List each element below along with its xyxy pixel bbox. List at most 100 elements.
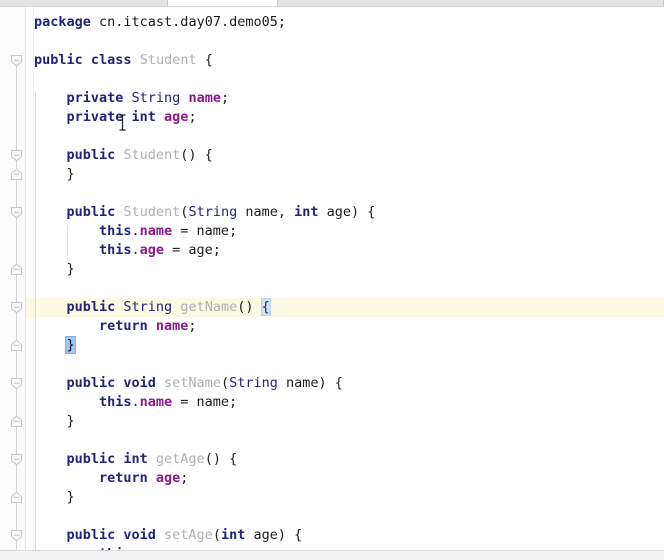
code-token-id: age xyxy=(245,527,278,543)
code-token-id: = name; xyxy=(172,223,238,239)
code-line[interactable]: public void setAge(int age) { xyxy=(34,526,302,545)
code-token-cls: setAge xyxy=(164,527,213,543)
code-line[interactable]: } xyxy=(34,165,75,184)
code-line[interactable]: public String getName() { xyxy=(34,298,270,317)
code-token-kw: public xyxy=(66,375,116,391)
code-token-kw: return xyxy=(98,318,148,334)
code-token-kw: int xyxy=(123,451,148,467)
code-line[interactable]: this.age = age; xyxy=(34,241,221,260)
code-token-kw: public xyxy=(66,527,116,543)
code-token-pun: } xyxy=(66,413,75,429)
fold-end-setname-icon[interactable] xyxy=(10,415,23,428)
code-token-pun: } xyxy=(66,261,75,277)
code-token-id xyxy=(148,318,156,334)
code-line[interactable] xyxy=(34,127,66,146)
code-token-pun: () { xyxy=(204,451,238,467)
code-token-kw: public xyxy=(34,52,83,68)
fold-toggle-setage-icon[interactable] xyxy=(10,529,23,542)
code-line[interactable]: } xyxy=(34,412,75,431)
code-token-cls: Student xyxy=(123,204,181,220)
code-token-kw: package xyxy=(34,14,91,30)
code-token-pun: ; xyxy=(188,318,197,334)
code-token-id: = age; xyxy=(164,242,221,258)
code-token-id xyxy=(156,375,164,391)
code-line[interactable] xyxy=(34,507,66,526)
code-line[interactable]: private int age; xyxy=(34,108,197,127)
code-line[interactable]: public void setName(String name) { xyxy=(34,374,342,393)
code-line[interactable]: private String name; xyxy=(34,89,229,108)
fold-toggle-class-icon[interactable] xyxy=(10,54,23,67)
code-token-kw: this xyxy=(98,394,132,410)
code-line[interactable]: public Student(String name, int age) { xyxy=(34,203,375,222)
fold-toggle-constructor2-icon[interactable] xyxy=(10,206,23,219)
code-token-kw: public xyxy=(66,147,116,163)
code-token-brace-close: } xyxy=(66,337,75,353)
code-token-fld: name xyxy=(155,318,189,334)
code-token-type: String xyxy=(123,299,173,315)
code-line[interactable] xyxy=(34,184,66,203)
fold-end-getname-icon[interactable] xyxy=(10,339,23,352)
tab-active-strip[interactable] xyxy=(168,0,278,6)
code-token-type: String xyxy=(131,90,181,106)
code-token-kw: void xyxy=(123,527,156,543)
code-token-pun: } xyxy=(66,489,75,505)
code-token-pun: ; xyxy=(188,109,197,125)
code-token-id: age xyxy=(318,204,352,220)
code-token-pun: ; xyxy=(180,470,189,486)
code-token-id: = name; xyxy=(172,394,238,410)
code-token-kw: void xyxy=(123,375,156,391)
code-line[interactable] xyxy=(34,431,66,450)
code-line[interactable]: package cn.itcast.day07.demo05; xyxy=(34,13,286,32)
code-token-cls: Student xyxy=(139,52,197,68)
code-token-pun: } xyxy=(66,166,75,182)
tab-left-strip[interactable] xyxy=(0,0,168,6)
fold-end-constructor2-icon[interactable] xyxy=(10,263,23,276)
code-token-pun: { xyxy=(196,52,213,68)
code-line[interactable]: } xyxy=(34,488,75,507)
fold-end-getage-icon[interactable] xyxy=(10,491,23,504)
code-folding-gutter[interactable] xyxy=(0,7,26,550)
code-token-id xyxy=(148,451,156,467)
tab-right-strip[interactable] xyxy=(278,0,664,6)
fold-toggle-setname-icon[interactable] xyxy=(10,377,23,390)
code-line[interactable] xyxy=(34,279,66,298)
code-line[interactable]: return age; xyxy=(34,469,188,488)
code-token-kw: private xyxy=(66,90,124,106)
code-token-fld: name xyxy=(188,90,221,106)
code-line[interactable]: this.name = name; xyxy=(34,393,237,412)
code-token-fld: age xyxy=(155,470,181,486)
code-editor-surface[interactable]: package cn.itcast.day07.demo05; public cl… xyxy=(34,7,664,550)
code-token-cls: getName xyxy=(180,299,238,315)
code-token-kw: class xyxy=(90,52,132,68)
code-token-id: name xyxy=(277,375,319,391)
code-line[interactable]: } xyxy=(34,260,75,279)
code-token-pun: ; xyxy=(220,90,230,106)
code-line[interactable]: public int getAge() { xyxy=(34,450,237,469)
fold-toggle-constructor-icon[interactable] xyxy=(10,149,23,162)
code-token-pun: . xyxy=(131,394,140,410)
code-token-type: String xyxy=(188,204,238,220)
code-token-cls: Student xyxy=(123,147,181,163)
code-token-kw: this xyxy=(98,223,132,239)
code-token-fld: age xyxy=(139,242,164,258)
code-token-id: cn.itcast.day07.demo05; xyxy=(90,14,286,30)
bottom-chrome-strip xyxy=(0,550,664,560)
top-chrome-strip xyxy=(0,0,664,7)
code-line[interactable] xyxy=(34,355,66,374)
code-line[interactable]: return name; xyxy=(34,317,197,336)
code-token-kw: public xyxy=(66,204,116,220)
fold-toggle-getname-icon[interactable] xyxy=(10,301,23,314)
code-line[interactable]: public class Student { xyxy=(34,51,213,70)
code-token-id xyxy=(83,52,91,68)
code-token-kw: this xyxy=(98,242,132,258)
code-token-cls: setName xyxy=(164,375,221,391)
fold-toggle-getage-icon[interactable] xyxy=(10,453,23,466)
code-token-id: name, xyxy=(237,204,295,220)
fold-end-constructor-icon[interactable] xyxy=(10,168,23,181)
gutter-separator-line xyxy=(25,7,26,550)
code-token-pun: ) { xyxy=(277,527,303,543)
code-token-brace-open: { xyxy=(261,299,270,315)
code-line[interactable]: this.name = name; xyxy=(34,222,237,241)
code-line[interactable]: public Student() { xyxy=(34,146,212,165)
code-line[interactable]: } xyxy=(34,336,75,355)
